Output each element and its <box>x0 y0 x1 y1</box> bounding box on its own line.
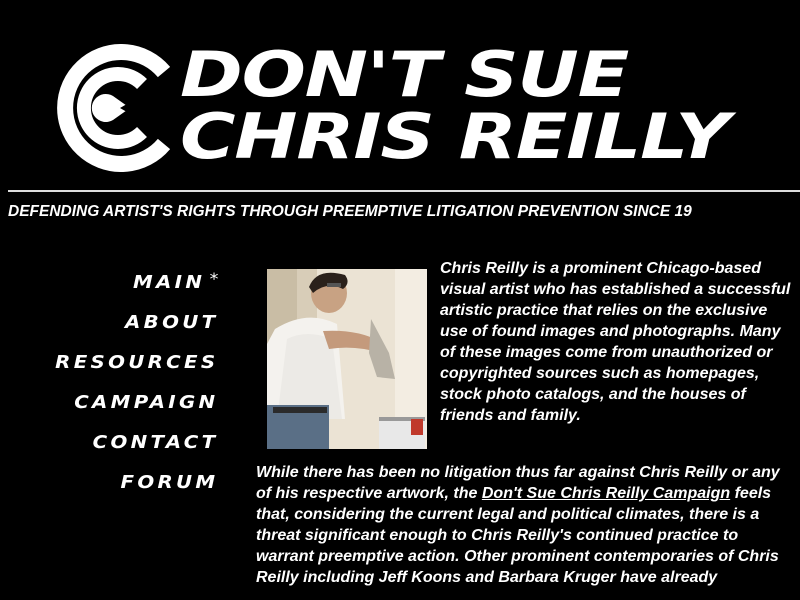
nav-item-resources[interactable]: RESOURCES <box>0 352 236 392</box>
intro-text: Chris Reilly is a prominent Chicago-base… <box>440 260 791 424</box>
header-divider <box>8 190 800 192</box>
logo-line-2: CHRIS REILLY <box>180 100 730 173</box>
nav-item-label: FORUM <box>120 472 219 493</box>
nav-item-about[interactable]: ABOUT <box>0 312 236 352</box>
campaign-link[interactable]: Don't Sue Chris Reilly Campaign <box>482 485 730 502</box>
nav-item-label: CONTACT <box>92 432 219 453</box>
nav-item-label: RESOURCES <box>55 352 219 373</box>
artist-photo <box>267 269 427 449</box>
main-nav: MAIN * ABOUT RESOURCES CAMPAIGN CONTACT F… <box>0 269 236 512</box>
nav-item-main[interactable]: MAIN * <box>0 269 236 312</box>
target-logo-icon <box>57 44 170 172</box>
nav-item-label: CAMPAIGN <box>74 392 219 413</box>
tagline: DEFENDING ARTIST'S RIGHTS THROUGH PREEMP… <box>8 203 692 220</box>
nav-item-contact[interactable]: CONTACT <box>0 432 236 472</box>
nav-item-forum[interactable]: FORUM <box>0 472 236 512</box>
nav-item-label: MAIN <box>133 272 206 293</box>
nav-item-label: ABOUT <box>125 312 219 333</box>
campaign-paragraph: While there has been no litigation thus … <box>256 462 796 588</box>
current-page-marker: * <box>209 269 219 288</box>
logo-wordmark: DON'T SUE CHRIS REILLY <box>180 44 800 168</box>
logo-line-1: DON'T SUE <box>180 38 629 111</box>
nav-item-campaign[interactable]: CAMPAIGN <box>0 392 236 432</box>
site-logo[interactable]: DON'T SUE CHRIS REILLY <box>56 44 756 172</box>
